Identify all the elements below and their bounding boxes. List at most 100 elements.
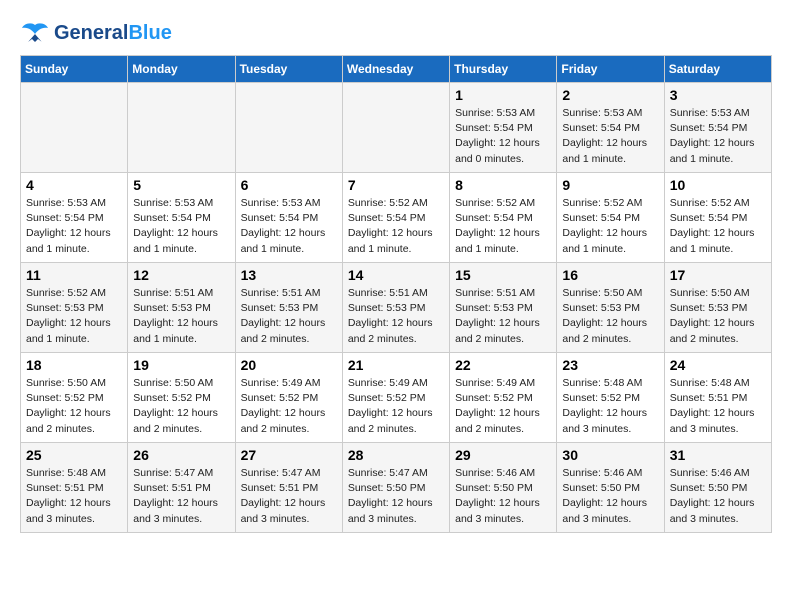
calendar-day-cell: 18 Sunrise: 5:50 AM Sunset: 5:52 PM Dayli…: [21, 353, 128, 443]
logo-icon: [20, 20, 50, 45]
calendar-day-cell: 19 Sunrise: 5:50 AM Sunset: 5:52 PM Dayli…: [128, 353, 235, 443]
day-number: 20: [241, 357, 337, 373]
weekday-header: Wednesday: [342, 56, 449, 83]
day-number: 21: [348, 357, 444, 373]
day-info: Sunrise: 5:50 AM Sunset: 5:52 PM Dayligh…: [133, 376, 229, 437]
day-number: 7: [348, 177, 444, 193]
logo-text: GeneralBlue: [54, 22, 172, 44]
calendar-day-cell: 30 Sunrise: 5:46 AM Sunset: 5:50 PM Dayli…: [557, 443, 664, 533]
day-info: Sunrise: 5:51 AM Sunset: 5:53 PM Dayligh…: [241, 286, 337, 347]
weekday-row: SundayMondayTuesdayWednesdayThursdayFrid…: [21, 56, 772, 83]
calendar-day-cell: 13 Sunrise: 5:51 AM Sunset: 5:53 PM Dayli…: [235, 263, 342, 353]
logo: GeneralBlue: [20, 20, 172, 45]
day-info: Sunrise: 5:48 AM Sunset: 5:52 PM Dayligh…: [562, 376, 658, 437]
day-number: 9: [562, 177, 658, 193]
day-number: 18: [26, 357, 122, 373]
day-number: 27: [241, 447, 337, 463]
day-info: Sunrise: 5:46 AM Sunset: 5:50 PM Dayligh…: [455, 466, 551, 527]
weekday-header: Tuesday: [235, 56, 342, 83]
day-info: Sunrise: 5:50 AM Sunset: 5:53 PM Dayligh…: [562, 286, 658, 347]
day-info: Sunrise: 5:53 AM Sunset: 5:54 PM Dayligh…: [670, 106, 766, 167]
calendar-day-cell: [128, 83, 235, 173]
day-number: 31: [670, 447, 766, 463]
calendar-day-cell: 1Sunrise: 5:53 AM Sunset: 5:54 PM Daylig…: [450, 83, 557, 173]
calendar-day-cell: [342, 83, 449, 173]
calendar-day-cell: 11Sunrise: 5:52 AM Sunset: 5:53 PM Dayli…: [21, 263, 128, 353]
day-info: Sunrise: 5:48 AM Sunset: 5:51 PM Dayligh…: [26, 466, 122, 527]
calendar-week-row: 11Sunrise: 5:52 AM Sunset: 5:53 PM Dayli…: [21, 263, 772, 353]
calendar-day-cell: 9 Sunrise: 5:52 AM Sunset: 5:54 PM Daylig…: [557, 173, 664, 263]
calendar-day-cell: 3 Sunrise: 5:53 AM Sunset: 5:54 PM Daylig…: [664, 83, 771, 173]
day-number: 6: [241, 177, 337, 193]
calendar-body: 1Sunrise: 5:53 AM Sunset: 5:54 PM Daylig…: [21, 83, 772, 533]
day-number: 4: [26, 177, 122, 193]
calendar-day-cell: 6 Sunrise: 5:53 AM Sunset: 5:54 PM Daylig…: [235, 173, 342, 263]
day-info: Sunrise: 5:53 AM Sunset: 5:54 PM Dayligh…: [26, 196, 122, 257]
calendar-day-cell: [21, 83, 128, 173]
day-number: 13: [241, 267, 337, 283]
day-info: Sunrise: 5:47 AM Sunset: 5:51 PM Dayligh…: [133, 466, 229, 527]
day-info: Sunrise: 5:50 AM Sunset: 5:53 PM Dayligh…: [670, 286, 766, 347]
calendar-table: SundayMondayTuesdayWednesdayThursdayFrid…: [20, 55, 772, 533]
calendar-day-cell: 16 Sunrise: 5:50 AM Sunset: 5:53 PM Dayli…: [557, 263, 664, 353]
day-info: Sunrise: 5:53 AM Sunset: 5:54 PM Dayligh…: [241, 196, 337, 257]
calendar-week-row: 4 Sunrise: 5:53 AM Sunset: 5:54 PM Daylig…: [21, 173, 772, 263]
day-number: 2: [562, 87, 658, 103]
calendar-day-cell: 7 Sunrise: 5:52 AM Sunset: 5:54 PM Daylig…: [342, 173, 449, 263]
day-number: 10: [670, 177, 766, 193]
calendar-day-cell: 5Sunrise: 5:53 AM Sunset: 5:54 PM Daylig…: [128, 173, 235, 263]
calendar-day-cell: 10 Sunrise: 5:52 AM Sunset: 5:54 PM Dayli…: [664, 173, 771, 263]
calendar-day-cell: 29 Sunrise: 5:46 AM Sunset: 5:50 PM Dayli…: [450, 443, 557, 533]
day-number: 26: [133, 447, 229, 463]
calendar-day-cell: 24 Sunrise: 5:48 AM Sunset: 5:51 PM Dayli…: [664, 353, 771, 443]
day-number: 3: [670, 87, 766, 103]
calendar-day-cell: 28 Sunrise: 5:47 AM Sunset: 5:50 PM Dayli…: [342, 443, 449, 533]
day-info: Sunrise: 5:51 AM Sunset: 5:53 PM Dayligh…: [348, 286, 444, 347]
day-info: Sunrise: 5:52 AM Sunset: 5:54 PM Dayligh…: [348, 196, 444, 257]
day-info: Sunrise: 5:52 AM Sunset: 5:53 PM Dayligh…: [26, 286, 122, 347]
day-info: Sunrise: 5:52 AM Sunset: 5:54 PM Dayligh…: [562, 196, 658, 257]
calendar-day-cell: 8 Sunrise: 5:52 AM Sunset: 5:54 PM Daylig…: [450, 173, 557, 263]
day-info: Sunrise: 5:46 AM Sunset: 5:50 PM Dayligh…: [562, 466, 658, 527]
day-info: Sunrise: 5:48 AM Sunset: 5:51 PM Dayligh…: [670, 376, 766, 437]
day-number: 17: [670, 267, 766, 283]
weekday-header: Sunday: [21, 56, 128, 83]
day-number: 16: [562, 267, 658, 283]
weekday-header: Thursday: [450, 56, 557, 83]
day-info: Sunrise: 5:53 AM Sunset: 5:54 PM Dayligh…: [562, 106, 658, 167]
day-number: 28: [348, 447, 444, 463]
day-info: Sunrise: 5:51 AM Sunset: 5:53 PM Dayligh…: [455, 286, 551, 347]
day-number: 8: [455, 177, 551, 193]
calendar-day-cell: 23Sunrise: 5:48 AM Sunset: 5:52 PM Dayli…: [557, 353, 664, 443]
calendar-day-cell: 27 Sunrise: 5:47 AM Sunset: 5:51 PM Dayli…: [235, 443, 342, 533]
calendar-day-cell: 2 Sunrise: 5:53 AM Sunset: 5:54 PM Daylig…: [557, 83, 664, 173]
calendar-day-cell: 4 Sunrise: 5:53 AM Sunset: 5:54 PM Daylig…: [21, 173, 128, 263]
day-number: 5: [133, 177, 229, 193]
day-number: 29: [455, 447, 551, 463]
calendar-week-row: 18 Sunrise: 5:50 AM Sunset: 5:52 PM Dayli…: [21, 353, 772, 443]
day-number: 30: [562, 447, 658, 463]
day-number: 19: [133, 357, 229, 373]
weekday-header: Friday: [557, 56, 664, 83]
day-number: 12: [133, 267, 229, 283]
calendar-day-cell: 31Sunrise: 5:46 AM Sunset: 5:50 PM Dayli…: [664, 443, 771, 533]
calendar-day-cell: 26 Sunrise: 5:47 AM Sunset: 5:51 PM Dayli…: [128, 443, 235, 533]
calendar-week-row: 1Sunrise: 5:53 AM Sunset: 5:54 PM Daylig…: [21, 83, 772, 173]
day-number: 24: [670, 357, 766, 373]
calendar-day-cell: 25Sunrise: 5:48 AM Sunset: 5:51 PM Dayli…: [21, 443, 128, 533]
calendar-day-cell: 20 Sunrise: 5:49 AM Sunset: 5:52 PM Dayli…: [235, 353, 342, 443]
calendar-day-cell: 15Sunrise: 5:51 AM Sunset: 5:53 PM Dayli…: [450, 263, 557, 353]
weekday-header: Monday: [128, 56, 235, 83]
day-info: Sunrise: 5:47 AM Sunset: 5:50 PM Dayligh…: [348, 466, 444, 527]
day-info: Sunrise: 5:52 AM Sunset: 5:54 PM Dayligh…: [455, 196, 551, 257]
day-info: Sunrise: 5:53 AM Sunset: 5:54 PM Dayligh…: [455, 106, 551, 167]
day-info: Sunrise: 5:49 AM Sunset: 5:52 PM Dayligh…: [241, 376, 337, 437]
page-header: GeneralBlue: [20, 20, 772, 45]
day-info: Sunrise: 5:50 AM Sunset: 5:52 PM Dayligh…: [26, 376, 122, 437]
day-number: 22: [455, 357, 551, 373]
calendar-header: SundayMondayTuesdayWednesdayThursdayFrid…: [21, 56, 772, 83]
day-info: Sunrise: 5:51 AM Sunset: 5:53 PM Dayligh…: [133, 286, 229, 347]
day-info: Sunrise: 5:52 AM Sunset: 5:54 PM Dayligh…: [670, 196, 766, 257]
day-info: Sunrise: 5:47 AM Sunset: 5:51 PM Dayligh…: [241, 466, 337, 527]
calendar-day-cell: [235, 83, 342, 173]
